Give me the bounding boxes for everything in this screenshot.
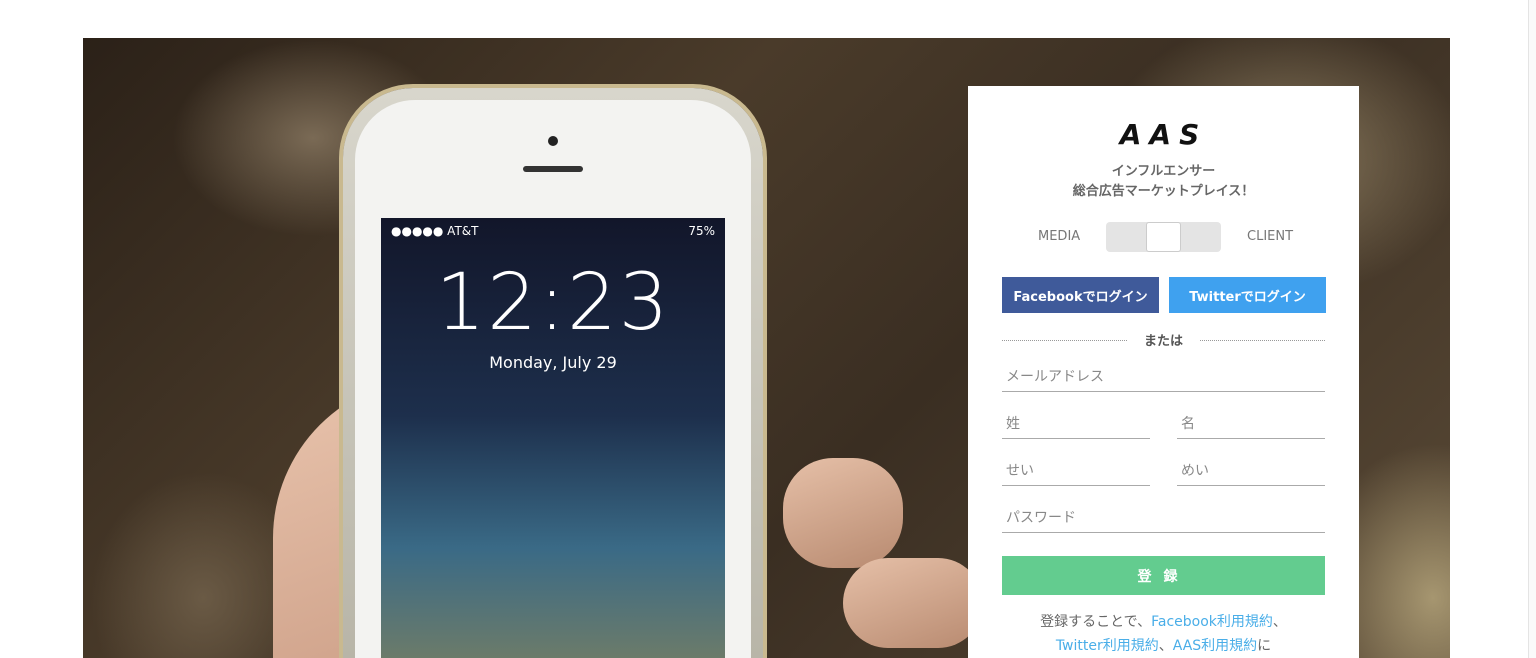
carrier: ●●●●● AT&T [391, 224, 479, 238]
account-type-toggle[interactable] [1106, 222, 1221, 252]
media-label[interactable]: MEDIA [1038, 229, 1080, 244]
signup-panel: AAS インフルエンサー 総合広告マーケットプレイス！ MEDIA CLIENT… [968, 86, 1359, 658]
finger-image [783, 458, 903, 568]
tagline-line1: インフルエンサー [1111, 164, 1216, 179]
logo: AAS [1119, 118, 1208, 151]
register-button[interactable]: 登録 [1002, 556, 1325, 595]
last-name-field[interactable] [1002, 409, 1150, 439]
finger-image [843, 558, 983, 648]
camera-icon [548, 136, 558, 146]
client-label[interactable]: CLIENT [1247, 229, 1293, 244]
last-name-kana-field[interactable] [1002, 456, 1150, 486]
first-name-field[interactable] [1177, 409, 1325, 439]
speaker-icon [523, 166, 583, 172]
phone-screen: ●●●●● AT&T 75% 12:23 Monday, July 29 [381, 218, 725, 658]
password-field[interactable] [1002, 503, 1325, 533]
or-divider: または [1002, 330, 1325, 350]
terms-separator: 、 [1158, 638, 1173, 654]
first-name-kana-field[interactable] [1177, 456, 1325, 486]
lock-date: Monday, July 29 [489, 353, 617, 372]
email-field[interactable] [1002, 362, 1325, 392]
battery: 75% [688, 224, 715, 238]
account-type-switch: MEDIA CLIENT [968, 222, 1359, 252]
lock-clock: 12:23 [435, 258, 671, 348]
toggle-knob[interactable] [1146, 222, 1181, 252]
terms-notice: 登録することで、Facebook利用規約、 Twitter利用規約、AAS利用規… [988, 610, 1339, 658]
terms-suffix: に [1257, 638, 1272, 654]
phone-image: ●●●●● AT&T 75% 12:23 Monday, July 29 [343, 88, 763, 658]
tagline: インフルエンサー 総合広告マーケットプレイス！ [968, 162, 1359, 202]
twitter-login-button[interactable]: Twitterでログイン [1169, 277, 1326, 313]
twitter-terms-link[interactable]: Twitter利用規約 [1056, 638, 1159, 654]
facebook-terms-link[interactable]: Facebook利用規約 [1151, 614, 1273, 630]
terms-separator: 、 [1272, 614, 1287, 630]
tagline-line2: 総合広告マーケットプレイス！ [1072, 184, 1255, 199]
terms-prefix: 登録することで、 [1040, 614, 1152, 630]
aas-terms-link[interactable]: AAS利用規約 [1173, 638, 1257, 654]
facebook-login-button[interactable]: Facebookでログイン [1002, 277, 1159, 313]
page-scrollbar[interactable] [1528, 0, 1536, 658]
